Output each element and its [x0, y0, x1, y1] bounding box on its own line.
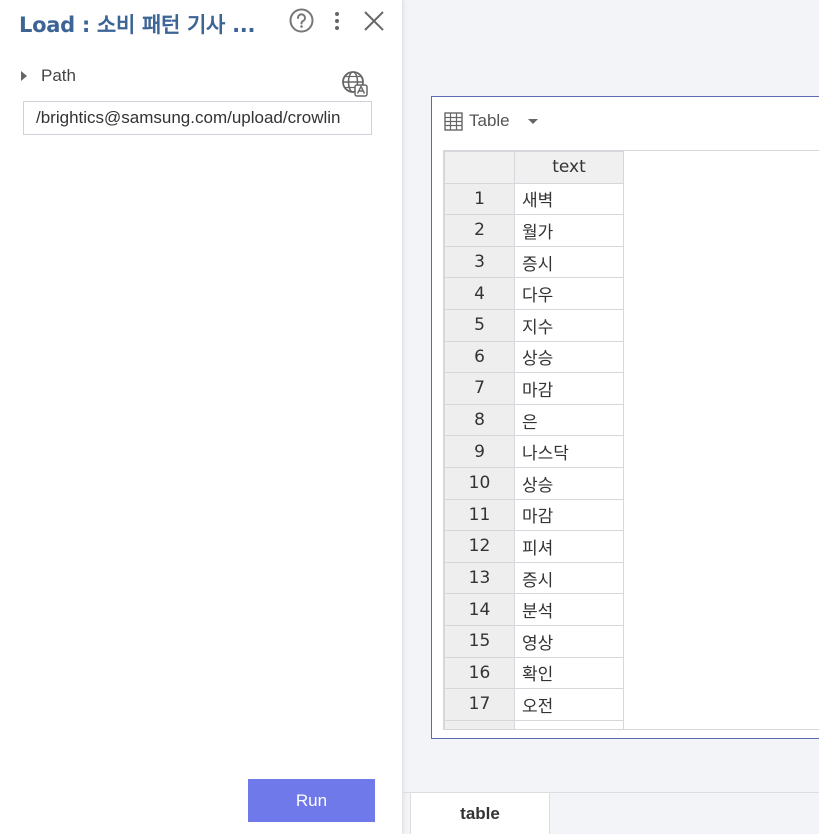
- row-number: 1: [444, 182, 515, 216]
- row-number: 2: [444, 214, 515, 247]
- row-number: 5: [444, 308, 515, 342]
- table-cell[interactable]: 증시: [514, 245, 624, 279]
- row-number: 8: [444, 403, 515, 437]
- table-cell[interactable]: 상승: [514, 340, 624, 374]
- table-row[interactable]: 11 마감: [444, 498, 624, 532]
- table-row[interactable]: 15 영상: [444, 624, 624, 658]
- data-table: text 1 새벽 2 월가 3 증시 4 다우 5 지수 6 상승 7 마감 8 은 9 나스닥 10 상승 11 마감…: [444, 151, 624, 729]
- row-number: 3: [444, 245, 515, 279]
- row-number: 15: [444, 624, 515, 658]
- table-row[interactable]: 16 확인: [444, 656, 624, 690]
- row-header-corner: [444, 151, 515, 184]
- table-row[interactable]: 9 나스닥: [444, 435, 624, 468]
- table-cell[interactable]: 분석: [514, 593, 624, 626]
- row-number: 17: [444, 688, 515, 721]
- path-label: Path: [41, 66, 76, 85]
- path-toggle[interactable]: Path: [19, 66, 76, 86]
- result-panel: Table text 1 새벽 2 월가 3 증시 4 다우 5 지수 6 상승 7 마감 8 은 9 나스닥 10…: [431, 96, 819, 739]
- table-cell[interactable]: 마감: [514, 498, 624, 532]
- run-button[interactable]: Run: [248, 779, 375, 822]
- path-input[interactable]: /brightics@samsung.com/upload/crowlin: [23, 101, 372, 135]
- panel-title: Load : 소비 패턴 기사 ...: [19, 13, 256, 37]
- more-icon[interactable]: [327, 9, 347, 33]
- table-row[interactable]: 6 상승: [444, 340, 624, 374]
- chevron-down-icon: [527, 119, 538, 124]
- row-number: 4: [444, 277, 515, 310]
- caret-right-icon: [21, 71, 27, 81]
- table-cell[interactable]: [514, 719, 624, 729]
- table-cell[interactable]: 지수: [514, 308, 624, 342]
- load-panel: Load : 소비 패턴 기사 ... Path /brightics@sams…: [0, 0, 403, 834]
- row-number: 10: [444, 466, 515, 500]
- view-type-selector[interactable]: Table: [444, 111, 540, 131]
- table-cell[interactable]: 상승: [514, 466, 624, 500]
- table-row[interactable]: 3 증시: [444, 245, 624, 279]
- table-cell[interactable]: 피셔: [514, 530, 624, 563]
- help-icon[interactable]: [289, 8, 314, 33]
- table-cell[interactable]: 증시: [514, 561, 624, 595]
- close-icon[interactable]: [362, 9, 386, 33]
- table-row[interactable]: 4 다우: [444, 277, 624, 310]
- table-row[interactable]: 5 지수: [444, 308, 624, 342]
- row-number: 12: [444, 530, 515, 563]
- row-number: 11: [444, 498, 515, 532]
- table-cell[interactable]: 월가: [514, 214, 624, 247]
- table-row[interactable]: 1 새벽: [444, 182, 624, 216]
- row-number: 7: [444, 372, 515, 405]
- table-cell[interactable]: 영상: [514, 624, 624, 658]
- table-row[interactable]: 7 마감: [444, 372, 624, 405]
- table-cell[interactable]: 새벽: [514, 182, 624, 216]
- row-number: 16: [444, 656, 515, 690]
- globe-icon[interactable]: [341, 70, 369, 98]
- table-cell[interactable]: 나스닥: [514, 435, 624, 468]
- table-cell[interactable]: 오전: [514, 688, 624, 721]
- row-number: 14: [444, 593, 515, 626]
- table-row[interactable]: 17 오전: [444, 688, 624, 721]
- view-type-label: Table: [469, 111, 510, 130]
- table-row[interactable]: 12 피셔: [444, 530, 624, 563]
- data-table-container[interactable]: text 1 새벽 2 월가 3 증시 4 다우 5 지수 6 상승 7 마감 8 은 9 나스닥 10 상승 11 마감…: [443, 150, 819, 730]
- table-cell[interactable]: 마감: [514, 372, 624, 405]
- row-number: [444, 719, 515, 729]
- table-row[interactable]: [444, 719, 624, 729]
- table-cell[interactable]: 확인: [514, 656, 624, 690]
- row-number: 9: [444, 435, 515, 468]
- row-number: 13: [444, 561, 515, 595]
- table-cell[interactable]: 다우: [514, 277, 624, 310]
- table-row[interactable]: 10 상승: [444, 466, 624, 500]
- column-header[interactable]: text: [514, 151, 624, 184]
- table-cell[interactable]: 은: [514, 403, 624, 437]
- table-row[interactable]: 13 증시: [444, 561, 624, 595]
- tab-table[interactable]: table: [410, 792, 550, 834]
- table-row[interactable]: 2 월가: [444, 214, 624, 247]
- table-row[interactable]: 14 분석: [444, 593, 624, 626]
- row-number: 6: [444, 340, 515, 374]
- table-grid-icon: [444, 111, 463, 131]
- table-row[interactable]: 8은: [444, 403, 624, 437]
